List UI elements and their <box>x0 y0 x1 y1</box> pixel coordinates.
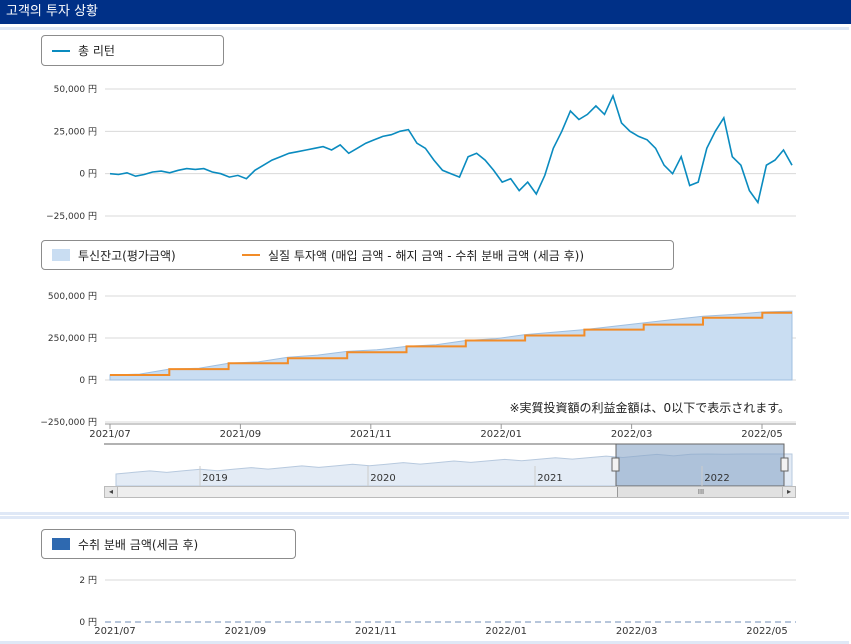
scroll-right-button[interactable]: ▸ <box>782 487 795 497</box>
distribution-legend-swatch <box>52 538 70 550</box>
total-return-legend-label: 총 리턴 <box>78 44 115 58</box>
total-return-legend[interactable]: 총 리턴 <box>41 35 224 66</box>
distribution-legend-label: 수취 분배 금액(세금 후) <box>78 537 199 552</box>
range-navigator[interactable] <box>104 444 796 486</box>
investment-legend-swatch <box>242 254 260 256</box>
balance-legend-label: 투신잔고(평가금액) <box>78 248 176 263</box>
window-title: 고객의 투자 상황 <box>6 4 98 19</box>
distribution-legend[interactable]: 수취 분배 금액(세금 후) <box>41 529 296 559</box>
range-scrollbar[interactable]: ◂ III ▸ <box>104 486 796 498</box>
balance-investment-legend[interactable]: 투신잔고(평가금액) 실질 투자액 (매입 금액 - 해지 금액 - 수취 분배… <box>41 240 674 270</box>
window-title-bar: 고객의 투자 상황 <box>0 0 851 24</box>
scroll-thumb[interactable]: III <box>617 487 785 497</box>
investment-legend-label: 실질 투자액 (매입 금액 - 해지 금액 - 수취 분배 금액 (세금 후)) <box>268 248 585 263</box>
balance-legend-swatch <box>52 249 70 261</box>
total-return-legend-swatch <box>52 49 70 52</box>
scroll-left-button[interactable]: ◂ <box>105 487 118 497</box>
investment-charts-panel <box>0 27 849 515</box>
